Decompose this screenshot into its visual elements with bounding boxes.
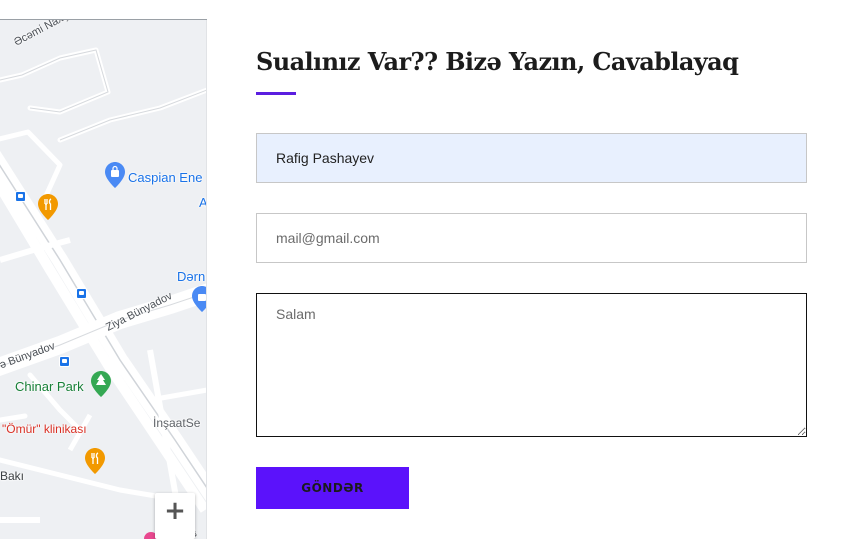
submit-button[interactable]: GÖNDƏR [256,467,409,509]
place-label-chinar-park[interactable]: Chinar Park [15,379,84,394]
bus-stop-icon-2[interactable] [76,288,87,299]
place-label-caspian-a[interactable]: A [199,195,206,210]
email-field[interactable] [256,213,807,263]
shopping-pin-icon[interactable] [105,162,125,188]
zoom-in-button[interactable]: + [155,493,195,539]
place-label-caspian[interactable]: Caspian Ene [128,170,202,185]
shopping-pin-icon-2[interactable] [192,286,207,312]
park-pin-icon[interactable] [91,371,111,397]
place-label-insaat[interactable]: İnşaatSe [153,416,200,430]
title-underline [256,92,296,95]
form-title: Sualınız Var?? Bizə Yazın, Cavablayaq [256,47,739,76]
plus-icon: + [164,496,186,526]
bus-stop-icon[interactable] [15,191,26,202]
place-label-baki[interactable]: Bakı [0,469,24,483]
place-label-dernek[interactable]: Dərn [177,269,205,284]
place-label-omur-clinic[interactable]: "Ömür" klinikası [2,422,87,436]
message-field[interactable] [256,293,807,437]
bus-stop-icon-3[interactable] [59,356,70,367]
restaurant-pin-icon-2[interactable] [85,448,105,474]
restaurant-pin-icon[interactable] [38,194,58,220]
name-field[interactable] [256,133,807,183]
map[interactable]: Əcəmi Naxçıvani Ziya Bünyadov ə Bünyadov… [0,20,207,539]
